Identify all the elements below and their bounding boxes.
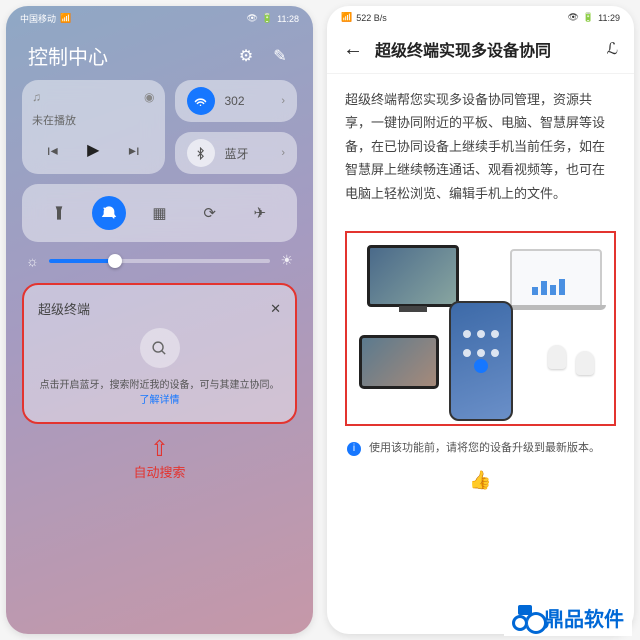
battery-icon: 🔋 <box>262 13 273 24</box>
brightness-slider[interactable]: ☼ ☀ <box>22 252 297 269</box>
grid-toggle[interactable]: ▦ <box>142 196 176 230</box>
detail-header: ← 超级终端实现多设备协同 ℒ <box>327 25 634 74</box>
phone-right: 📶 522 B/s 👁 🔋 11:29 ← 超级终端实现多设备协同 ℒ 超级终端… <box>327 6 634 634</box>
super-device-card[interactable]: 超级终端 ✕ 点击开启蓝牙，搜索附近我的设备，可与其建立协同。 了解详情 <box>22 283 297 424</box>
music-status: 未在播放 <box>32 112 155 128</box>
wifi-icon <box>187 87 215 115</box>
sun-bright-icon: ☀ <box>280 252 293 269</box>
signal-icon: 📶 <box>341 12 352 23</box>
flashlight-toggle[interactable] <box>42 196 76 230</box>
slider-track[interactable] <box>49 259 271 263</box>
brand-text: 鼎品软件 <box>544 603 624 632</box>
rotate-toggle[interactable]: ⟳ <box>193 196 227 230</box>
back-button[interactable]: ← <box>343 38 363 61</box>
annotation: ⇧ 自动搜索 <box>6 436 313 481</box>
play-button[interactable]: ▶ <box>87 140 99 160</box>
battery-icon: 🔋 <box>583 12 594 23</box>
wifi-tile[interactable]: 302 › <box>175 80 298 122</box>
sun-dim-icon: ☼ <box>26 253 39 269</box>
net-speed: 522 B/s <box>356 13 387 23</box>
info-icon: i <box>347 442 361 456</box>
settings-icon[interactable]: ⚙ <box>235 45 257 67</box>
phone-icon <box>449 301 513 421</box>
annotation-text: 自动搜索 <box>133 465 185 480</box>
control-center-header: 控制中心 ⚙ ✎ <box>6 27 313 80</box>
music-note-icon: ♫ <box>32 90 41 104</box>
thumbs-up-button[interactable]: 👍 <box>327 464 634 497</box>
brand-watermark: 鼎品软件 <box>504 599 632 636</box>
net-icon: 📶 <box>60 13 71 24</box>
toggle-row: ▦ ⟳ ✈ <box>22 184 297 242</box>
tablet-icon <box>359 335 439 389</box>
next-track-button[interactable]: ▸ı <box>129 142 140 159</box>
cast-icon[interactable]: ◉ <box>144 90 154 104</box>
bluetooth-label: 蓝牙 <box>225 145 272 162</box>
brand-logo-icon <box>512 605 538 631</box>
chevron-right-icon: › <box>281 147 285 159</box>
phone-left: 中国移动 📶 👁 🔋 11:28 控制中心 ⚙ ✎ ♫ ◉ 未在播放 ı◂ <box>6 6 313 634</box>
eye-icon: 👁 <box>246 13 257 24</box>
close-icon[interactable]: ✕ <box>270 301 281 317</box>
detail-title: 超级终端实现多设备协同 <box>375 37 594 61</box>
laptop-icon <box>510 249 602 307</box>
search-button[interactable] <box>140 328 180 368</box>
time-label: 11:29 <box>598 13 620 23</box>
illustration <box>345 231 616 426</box>
wifi-ssid: 302 <box>225 94 272 108</box>
mute-toggle[interactable] <box>92 196 126 230</box>
edit-icon[interactable]: ℒ <box>606 39 618 59</box>
bluetooth-tile[interactable]: 蓝牙 › <box>175 132 298 174</box>
page-title: 控制中心 <box>28 41 108 70</box>
status-bar: 中国移动 📶 👁 🔋 11:28 <box>6 6 313 27</box>
footnote-text: 使用该功能前，请将您的设备升级到最新版本。 <box>369 440 600 458</box>
chevron-right-icon: › <box>281 95 285 107</box>
airplane-toggle[interactable]: ✈ <box>243 196 277 230</box>
super-device-title: 超级终端 <box>38 299 90 318</box>
learn-more-link[interactable]: 了解详情 <box>140 395 180 406</box>
prev-track-button[interactable]: ı◂ <box>47 142 58 159</box>
eye-icon: 👁 <box>567 12 578 23</box>
carrier-label: 中国移动 <box>20 12 56 25</box>
arrow-up-icon: ⇧ <box>6 436 313 462</box>
monitor-icon <box>367 245 459 307</box>
earbuds-icon <box>546 345 596 381</box>
footnote: i 使用该功能前，请将您的设备升级到最新版本。 <box>327 426 634 464</box>
time-label: 11:28 <box>277 14 299 24</box>
super-device-hint: 点击开启蓝牙，搜索附近我的设备，可与其建立协同。 了解详情 <box>38 378 281 408</box>
status-bar: 📶 522 B/s 👁 🔋 11:29 <box>327 6 634 25</box>
music-tile[interactable]: ♫ ◉ 未在播放 ı◂ ▶ ▸ı <box>22 80 165 174</box>
detail-body: 超级终端帮您实现多设备协同管理，资源共享，一键协同附近的平板、电脑、智慧屏等设备… <box>327 74 634 219</box>
edit-icon[interactable]: ✎ <box>269 45 291 67</box>
bluetooth-icon <box>187 139 215 167</box>
